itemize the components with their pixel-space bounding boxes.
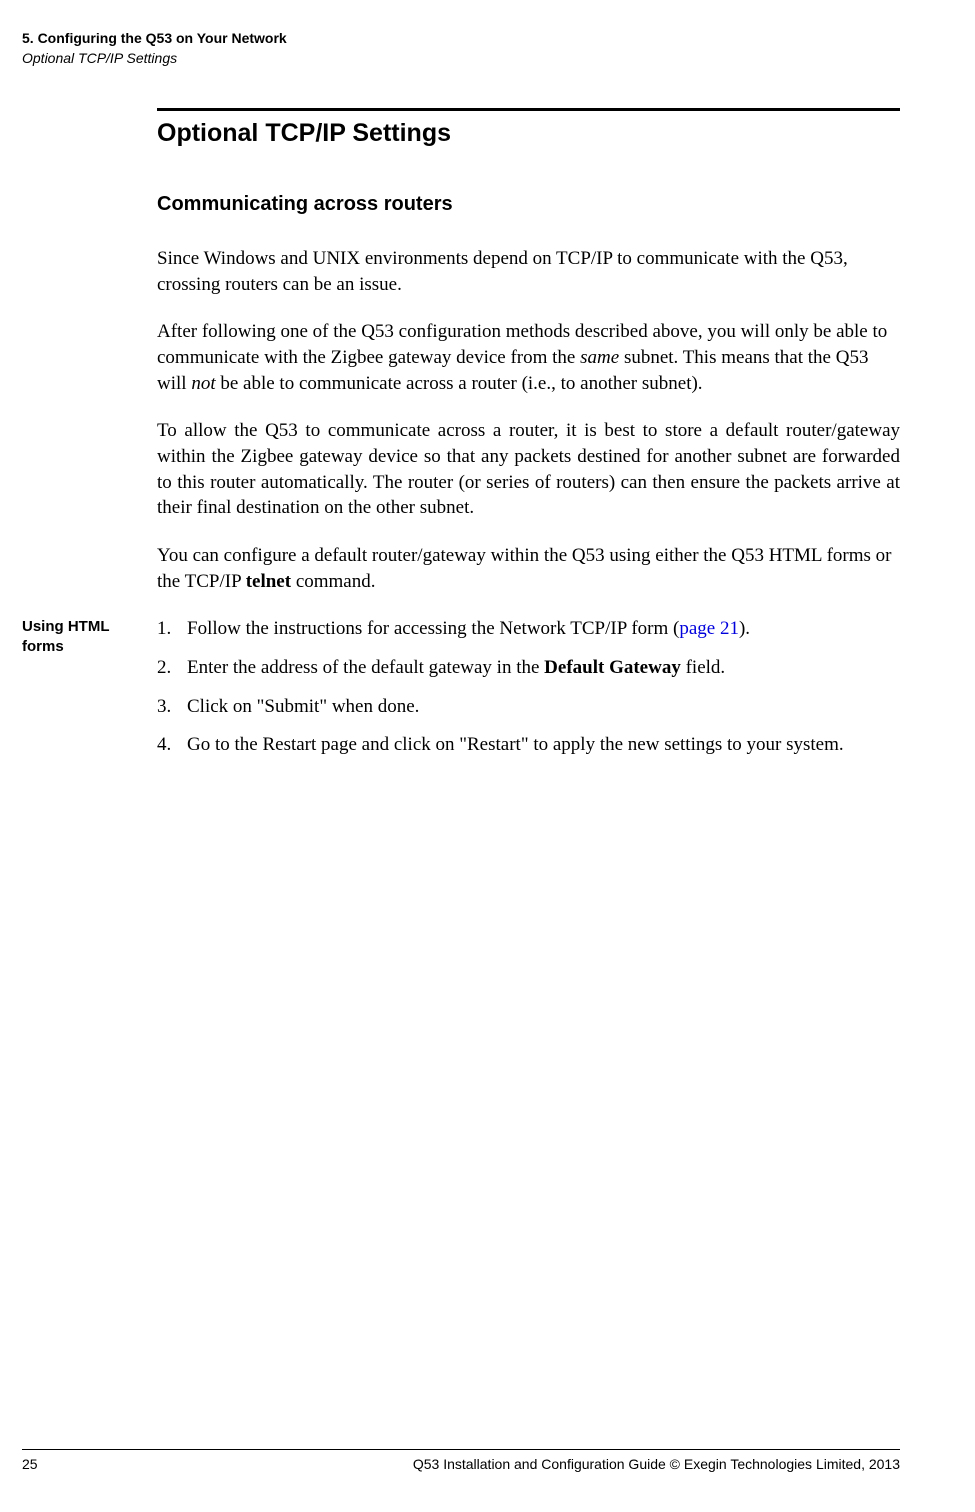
p2-text-c: be able to communicate across a router (… xyxy=(216,373,703,394)
paragraph-4: You can configure a default router/gatew… xyxy=(157,543,900,594)
footer-copyright: Q53 Installation and Configuration Guide… xyxy=(413,1456,900,1472)
list-item-4: 4. Go to the Restart page and click on "… xyxy=(157,732,900,758)
margin-note-html-forms: Using HTML forms xyxy=(22,617,147,656)
list-text: Enter the address of the default gateway… xyxy=(187,655,900,681)
i1-text-a: Follow the instructions for accessing th… xyxy=(187,618,679,639)
p4-text-b: command. xyxy=(291,571,375,592)
ordered-list: 1. Follow the instructions for accessing… xyxy=(157,616,900,758)
list-text: Follow the instructions for accessing th… xyxy=(187,616,900,642)
list-number: 2. xyxy=(157,655,187,681)
section-heading: Optional TCP/IP Settings xyxy=(157,119,900,148)
paragraph-1: Since Windows and UNIX environments depe… xyxy=(157,246,900,297)
paragraph-3: To allow the Q53 to communicate across a… xyxy=(157,418,900,521)
list-number: 4. xyxy=(157,732,187,758)
list-item-2: 2. Enter the address of the default gate… xyxy=(157,655,900,681)
list-text: Go to the Restart page and click on "Res… xyxy=(187,732,900,758)
list-item-3: 3. Click on "Submit" when done. xyxy=(157,694,900,720)
i1-text-b: ). xyxy=(739,618,750,639)
list-number: 3. xyxy=(157,694,187,720)
header-section: Optional TCP/IP Settings xyxy=(22,49,900,69)
page-link[interactable]: page 21 xyxy=(679,618,739,639)
page-footer: 25 Q53 Installation and Configuration Gu… xyxy=(22,1449,900,1472)
p2-italic-same: same xyxy=(580,347,619,368)
content-area: Optional TCP/IP Settings Communicating a… xyxy=(157,108,900,758)
i2-text-a: Enter the address of the default gateway… xyxy=(187,657,544,678)
page-header: 5. Configuring the Q53 on Your Network O… xyxy=(22,29,900,68)
section-divider xyxy=(157,108,900,111)
header-chapter: 5. Configuring the Q53 on Your Network xyxy=(22,29,900,49)
list-number: 1. xyxy=(157,616,187,642)
paragraph-2: After following one of the Q53 configura… xyxy=(157,319,900,396)
i2-bold: Default Gateway xyxy=(544,657,681,678)
subsection-heading: Communicating across routers xyxy=(157,193,900,216)
list-item-1: 1. Follow the instructions for accessing… xyxy=(157,616,900,642)
page-number: 25 xyxy=(22,1456,38,1472)
list-text: Click on "Submit" when done. xyxy=(187,694,900,720)
i2-text-b: field. xyxy=(681,657,725,678)
p4-bold-telnet: telnet xyxy=(246,571,291,592)
p2-italic-not: not xyxy=(191,373,215,394)
